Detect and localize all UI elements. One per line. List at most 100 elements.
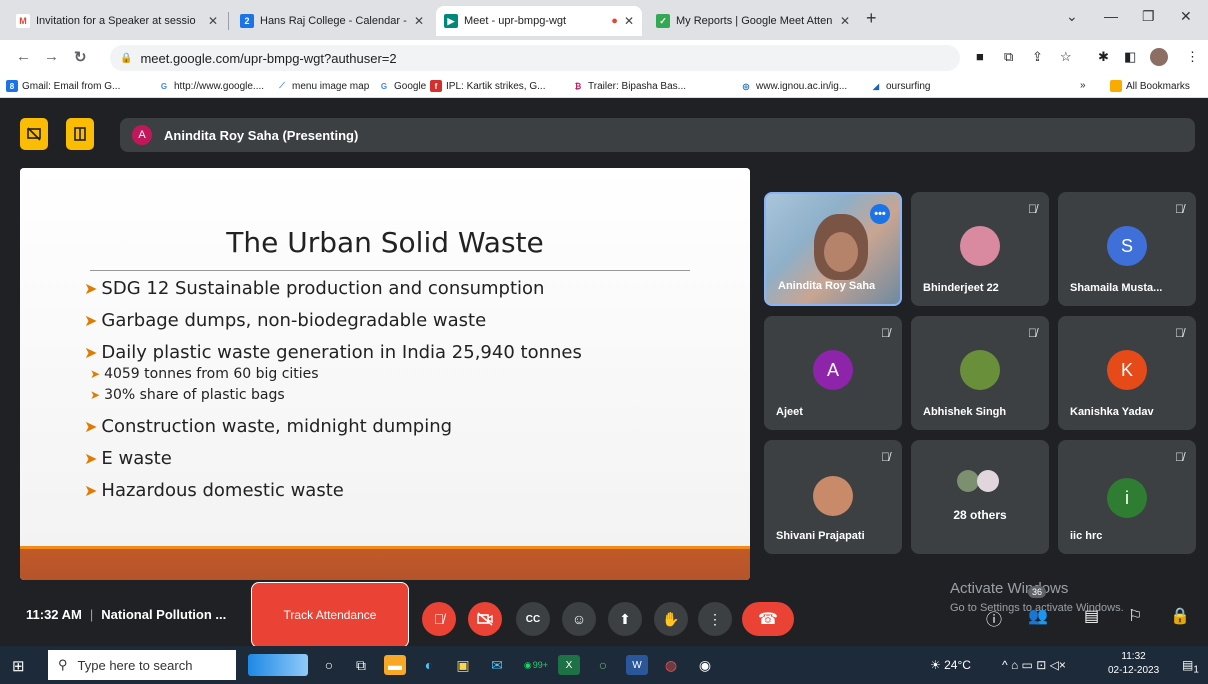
camera-icon[interactable]: ■ (976, 49, 984, 64)
participant-tile[interactable]: 🎙̸ i iic hrc (1058, 440, 1196, 554)
mic-off-icon: 🎙̸ (1175, 202, 1184, 216)
profile-avatar[interactable] (1150, 48, 1168, 66)
participant-video (814, 214, 868, 280)
bookmark-google[interactable]: G Google (378, 80, 426, 92)
close-icon[interactable]: ✕ (624, 14, 634, 28)
meet-window: A Anindita Roy Saha (Presenting) The Urb… (0, 98, 1208, 648)
track-attendance-button[interactable]: Track Attendance (251, 582, 409, 648)
more-options-button[interactable]: ⋮ (698, 602, 732, 636)
maximize-button[interactable]: ❐ (1142, 8, 1155, 25)
bookmark-ipl[interactable]: f IPL: Kartik strikes, G... (430, 80, 545, 92)
tab-calendar[interactable]: 2 Hans Raj College - Calendar - Sa ✕ (232, 6, 432, 36)
reports-icon: ✓ (656, 14, 670, 28)
others-tile[interactable]: 28 others (911, 440, 1049, 554)
stop-presenting-icon[interactable] (20, 118, 48, 150)
leave-call-button[interactable]: ☎ (742, 602, 794, 636)
present-button[interactable]: ⬆ (608, 602, 642, 636)
slide-bullet: ➤ Construction waste, midnight dumping (84, 416, 453, 437)
task-view-icon[interactable]: ⧉ (350, 655, 372, 675)
tab-invitation[interactable]: M Invitation for a Speaker at sessio ✕ (8, 6, 226, 36)
bookmark-menu-image-map[interactable]: ⟋ menu image map (276, 80, 369, 92)
taskbar-search[interactable]: ⚲ Type here to search (48, 650, 236, 680)
whatsapp-icon[interactable]: ◉ 99+ (522, 655, 550, 675)
close-window-button[interactable]: ✕ (1180, 8, 1192, 25)
windows-taskbar: ⊞ ⚲ Type here to search ○ ⧉ ▬ ◐ ▣ ✉ ◉ 99+… (0, 646, 1208, 684)
weather-widget[interactable]: ☀ 24°C (930, 658, 971, 672)
layout-icon[interactable] (66, 118, 94, 150)
file-explorer-icon[interactable]: ▬ (384, 655, 406, 675)
people-icon[interactable]: 👥 (1028, 606, 1048, 626)
search-icon: ⚲ (58, 657, 68, 672)
share-icon[interactable]: ⇪ (1032, 49, 1043, 65)
meeting-info: 11:32 AM | National Pollution ... (26, 607, 227, 622)
participant-tile[interactable]: 🎙̸ Bhinderjeet 22 (911, 192, 1049, 306)
close-icon[interactable]: ✕ (840, 14, 850, 28)
slide-title: The Urban Solid Waste (226, 226, 544, 259)
presentation-slide: The Urban Solid Waste ➤ SDG 12 Sustainabl… (20, 168, 750, 580)
participant-tile[interactable]: 🎙̸ A Ajeet (764, 316, 902, 430)
captions-button[interactable]: CC (516, 602, 550, 636)
forward-icon[interactable]: → (44, 48, 59, 65)
reload-icon[interactable]: ↻ (74, 48, 87, 66)
excel-icon[interactable]: X (558, 655, 580, 675)
xbox-icon[interactable]: ○ (592, 655, 614, 675)
tray-icons[interactable]: ^ ⌂ ▭ ⊡ ◁× (1002, 658, 1066, 672)
word-icon[interactable]: W (626, 655, 648, 675)
more-options-icon[interactable]: ••• (870, 204, 890, 224)
camera-off-button[interactable] (468, 602, 502, 636)
extensions-icon[interactable]: ✱ (1098, 49, 1109, 65)
bookmark-ignou[interactable]: ◎ www.ignou.ac.in/ig... (740, 80, 848, 92)
bookmark-google-url[interactable]: Ghttp://www.google.... (158, 80, 264, 92)
bookmark-trailer[interactable]: ₿ Trailer: Bipasha Bas... (572, 80, 686, 92)
menu-icon[interactable]: ⋮ (1186, 49, 1199, 65)
participant-tile-presenter[interactable]: ••• Anindita Roy Saha (764, 192, 902, 306)
participant-tile[interactable]: 🎙̸ S Shamaila Musta... (1058, 192, 1196, 306)
new-tab-button[interactable]: + (866, 8, 877, 29)
all-bookmarks[interactable]: All Bookmarks (1110, 80, 1190, 92)
tab-search-icon[interactable]: ⌄ (1066, 8, 1078, 25)
host-controls-icon[interactable]: 🔒 (1170, 606, 1190, 626)
edge-icon[interactable]: ◐ (418, 655, 440, 675)
tab-reports[interactable]: ✓ My Reports | Google Meet Atten ✕ (648, 6, 858, 36)
store-icon[interactable]: ▣ (452, 655, 474, 675)
chat-icon[interactable]: ▤ (1084, 606, 1099, 626)
bookmark-oursurfing[interactable]: ◢ oursurfing (870, 80, 931, 92)
google-icon: G (380, 81, 388, 91)
address-bar: ← → ↻ 🔒 meet.google.com/upr-bmpg-wgt?aut… (0, 40, 1208, 76)
close-icon[interactable]: ✕ (414, 14, 424, 28)
mail-icon[interactable]: ✉ (486, 655, 508, 675)
raise-hand-button[interactable]: ✋ (654, 602, 688, 636)
bookmark-star-icon[interactable]: ☆ (1060, 49, 1072, 65)
chrome-icon[interactable]: ◍ (660, 655, 682, 675)
activities-icon[interactable]: ⚐ (1128, 606, 1142, 626)
participant-tile[interactable]: 🎙̸ Abhishek Singh (911, 316, 1049, 430)
info-icon[interactable]: ⓘ (986, 606, 1002, 630)
mic-off-button[interactable]: 🎙̸ (422, 602, 456, 636)
slide-sub-bullet: ➤ 30% share of plastic bags (90, 387, 285, 403)
sidepanel-icon[interactable]: ◧ (1124, 49, 1136, 65)
emoji-button[interactable]: ☺ (562, 602, 596, 636)
tab-meet[interactable]: ▶ Meet - upr-bmpg-wgt ● ✕ (436, 6, 642, 36)
taskbar-clock[interactable]: 11:32 02-12-2023 (1108, 650, 1159, 678)
presenter-label: Anindita Roy Saha (Presenting) (164, 127, 359, 143)
url-field[interactable]: 🔒 meet.google.com/upr-bmpg-wgt?authuser=… (110, 45, 960, 71)
minimize-button[interactable]: — (1104, 8, 1118, 24)
bookmarks-overflow-icon[interactable]: » (1080, 80, 1086, 91)
slide-bullet: ➤ SDG 12 Sustainable production and consu… (84, 278, 545, 299)
bookmark-gmail[interactable]: 8 Gmail: Email from G... (6, 80, 120, 92)
back-icon[interactable]: ← (16, 48, 31, 65)
windows-start-icon[interactable]: ⊞ (12, 657, 25, 675)
translate-icon[interactable]: ⧉ (1004, 49, 1013, 65)
presenter-banner: A Anindita Roy Saha (Presenting) (120, 118, 1195, 152)
close-icon[interactable]: ✕ (208, 14, 218, 28)
record-icon[interactable]: ◉ (694, 655, 716, 675)
participant-tile[interactable]: 🎙̸ Shivani Prajapati (764, 440, 902, 554)
cortana-icon[interactable]: ○ (318, 655, 340, 675)
participant-tile[interactable]: 🎙̸ K Kanishka Yadav (1058, 316, 1196, 430)
divider (90, 270, 690, 271)
mic-off-icon: 🎙̸ (1175, 450, 1184, 464)
participant-count-badge: 36 (1028, 586, 1047, 598)
search-highlight-icon (248, 654, 308, 676)
notification-icon[interactable]: ▤1 (1182, 658, 1199, 675)
avatar: A (813, 350, 853, 390)
